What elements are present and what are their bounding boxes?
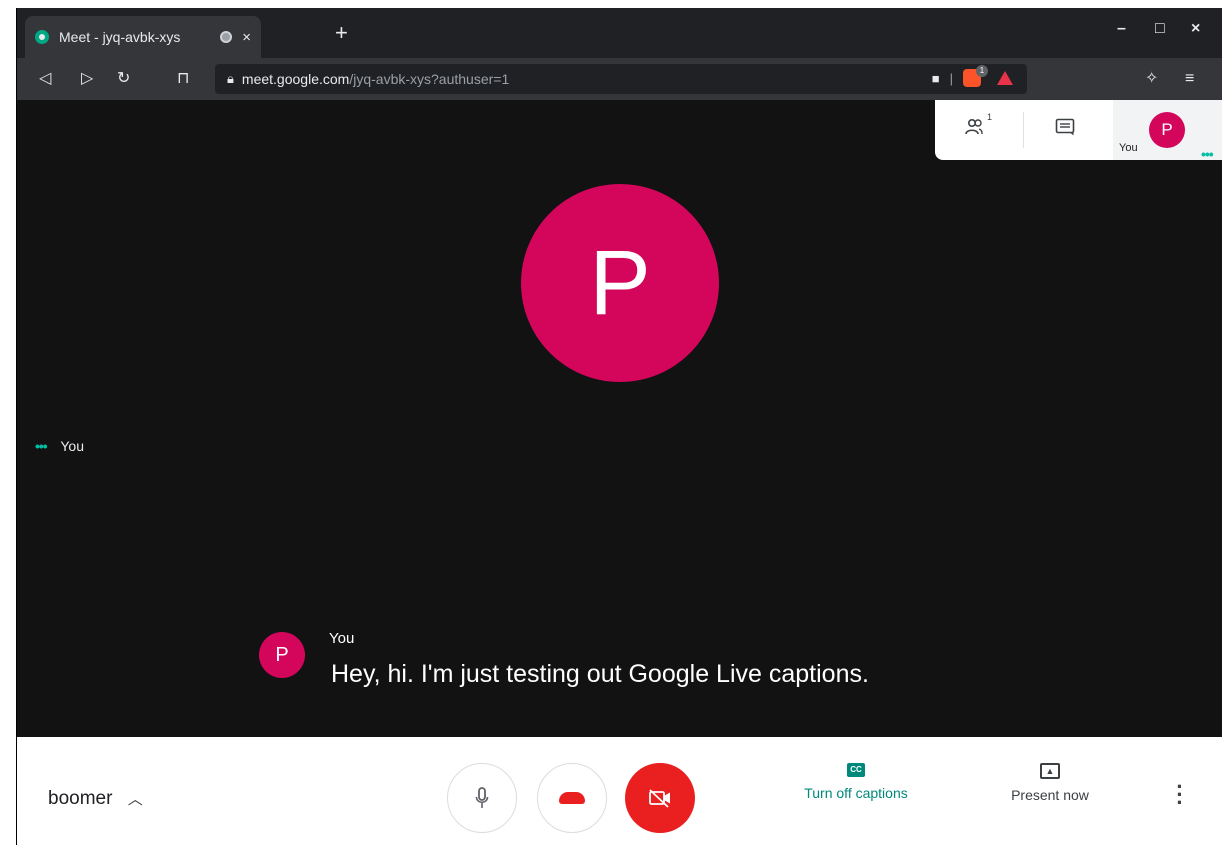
hang-up-icon [559,792,585,804]
turn-off-captions-button[interactable]: CC Turn off captions [791,763,921,801]
browser-toolbar: ◁ ▷ ↻ ⊓ 🔒︎ meet.google.com /jyq-avbk-xys… [17,58,1222,100]
meet-favicon-icon [35,30,49,44]
lock-icon: 🔒︎ [227,71,234,86]
url-host: meet.google.com [241,71,350,87]
chat-icon[interactable] [1055,118,1075,141]
audio-activity-icon: ••• [1201,146,1214,162]
meeting-details-button[interactable]: boomer ︿ [48,788,143,810]
present-now-button[interactable]: ▲ Present now [995,763,1105,803]
tab-strip: Meet - jyq-avbk-xys × + – □ × [17,8,1222,58]
camera-in-use-icon[interactable]: ■ [932,71,940,86]
address-bar-actions: ■ | 1 [932,65,1013,87]
close-window-icon[interactable]: × [1191,20,1200,38]
menu-icon[interactable]: ≡ [1185,69,1194,89]
people-glyph-icon [965,118,983,135]
maximize-icon[interactable]: □ [1155,20,1165,38]
meeting-name: boomer [48,788,113,809]
self-avatar: P [1149,112,1185,148]
people-count: 1 [987,112,993,122]
tab-meet[interactable]: Meet - jyq-avbk-xys × [25,16,261,58]
self-thumbnail[interactable]: P You ••• [1113,100,1222,162]
chevron-up-icon: ︿ [127,791,143,808]
brave-rewards-icon[interactable] [997,71,1013,85]
microphone-icon [475,787,489,808]
chat-glyph-icon [1055,118,1075,136]
url-path: /jyq-avbk-xys?authuser=1 [349,71,510,87]
new-tab-button[interactable]: + [335,22,348,44]
self-thumbnail-label: You [1119,142,1138,154]
audio-activity-icon: ••• [35,438,48,454]
captions-label: Turn off captions [804,785,908,801]
call-controls-bar: boomer ︿ CC Turn off captions ▲ Present … [17,737,1222,845]
camera-off-icon [649,789,670,808]
extensions-icon[interactable]: ✧ [1145,69,1158,89]
leave-call-button[interactable] [537,763,607,833]
meet-info-panel: 1 P You ••• [935,100,1222,162]
self-tile-label: ••• You [35,438,84,454]
captions-icon: CC [847,763,865,777]
reload-icon[interactable]: ↻ [117,69,130,89]
shields-badge: 1 [976,65,988,77]
brave-shields-icon[interactable]: 1 [963,65,988,87]
camera-toggle-button[interactable] [625,763,695,833]
forward-icon[interactable]: ▷ [81,69,93,89]
browser-window: Meet - jyq-avbk-xys × + – □ × ◁ ▷ ↻ ⊓ 🔒︎… [16,8,1222,845]
self-tile-name: You [60,438,84,454]
caption-avatar: P [259,632,305,678]
present-label: Present now [1011,787,1089,803]
address-bar[interactable]: 🔒︎ meet.google.com /jyq-avbk-xys?authuse… [215,64,1027,94]
panel-divider [1023,112,1024,148]
caption-speaker: You [329,630,355,647]
recording-indicator-icon [220,31,233,43]
bookmark-icon[interactable]: ⊓ [177,69,189,89]
separator: | [949,70,953,86]
microphone-button[interactable] [447,763,517,833]
people-icon[interactable]: 1 [965,112,992,141]
present-screen-icon: ▲ [1040,763,1060,779]
participant-avatar: P [521,184,719,382]
tab-title: Meet - jyq-avbk-xys [59,29,181,45]
caption-text: Hey, hi. I'm just testing out Google Liv… [331,660,869,688]
tab-close-icon[interactable]: × [242,29,251,46]
minimize-icon[interactable]: – [1117,20,1126,38]
more-options-icon[interactable]: · · · [1175,776,1185,814]
back-icon[interactable]: ◁ [39,69,51,89]
